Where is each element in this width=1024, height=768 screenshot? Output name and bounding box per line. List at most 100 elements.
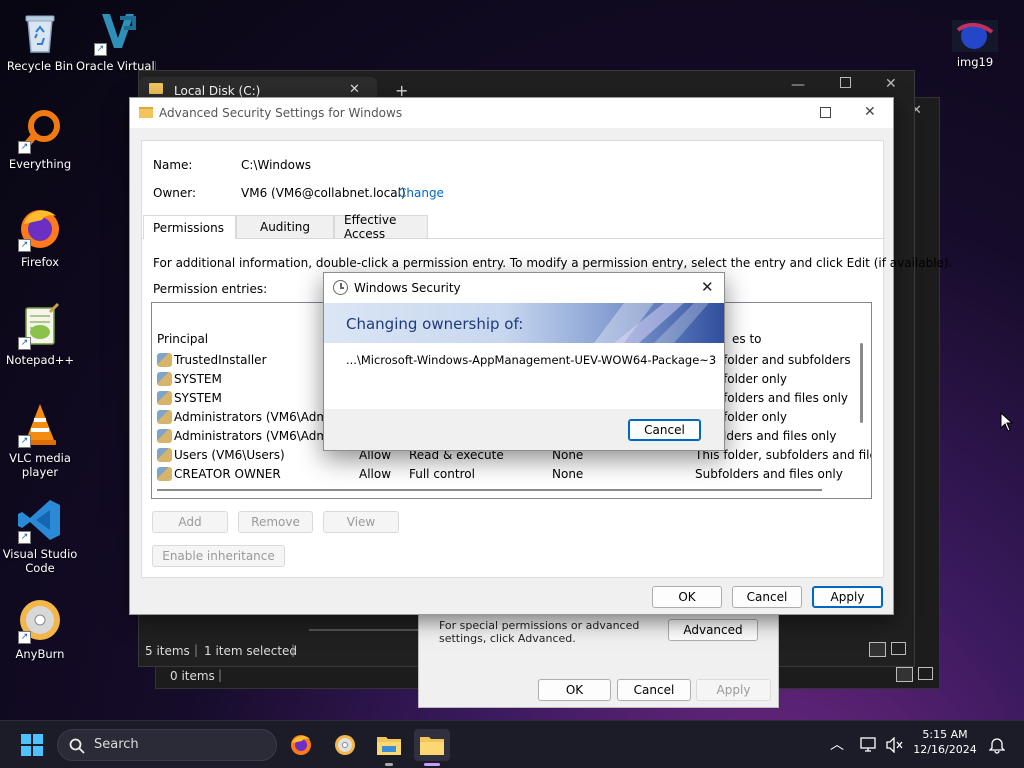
search-icon	[69, 738, 85, 754]
network-icon[interactable]	[860, 737, 878, 753]
principal-cell: SYSTEM	[174, 391, 222, 405]
anyburn-icon	[335, 735, 355, 755]
info-text: For additional information, double-click…	[153, 256, 953, 270]
dialog-title: Windows Security	[354, 281, 461, 295]
user-group-icon	[157, 429, 172, 443]
inherited-from-cell: None	[552, 467, 584, 481]
close-window-icon[interactable]: ✕	[885, 76, 897, 92]
show-hidden-icons-chevron-icon[interactable]: ︿	[830, 734, 844, 754]
banner-heading: Changing ownership of:	[346, 315, 524, 333]
taskbar-firefox[interactable]	[285, 729, 317, 761]
principal-cell: Administrators (VM6\Admin	[174, 410, 340, 424]
tiles-view-icon[interactable]	[918, 667, 933, 680]
permission-entries-label: Permission entries:	[153, 282, 268, 296]
principal-cell: SYSTEM	[174, 372, 222, 386]
status-selected-count: 1 item selected	[204, 644, 298, 658]
vertical-scrollbar[interactable]	[860, 343, 863, 423]
notepad-plus-plus-icon: ↗	[16, 302, 64, 350]
clock-icon	[333, 280, 348, 295]
user-group-icon	[157, 410, 172, 424]
tab-permissions[interactable]: Permissions	[143, 215, 236, 239]
taskbar-anyburn[interactable]	[329, 729, 361, 761]
add-button[interactable]: Add	[152, 511, 228, 533]
maximize-icon[interactable]	[820, 107, 831, 118]
close-icon[interactable]: ✕	[701, 278, 714, 296]
desktop-icon-firefox[interactable]: ↗ Firefox	[0, 204, 80, 269]
user-group-icon	[157, 372, 172, 386]
user-group-icon	[157, 448, 172, 462]
name-value: C:\Windows	[241, 158, 312, 172]
desktop-icon-recycle-bin[interactable]: Recycle Bin	[0, 8, 80, 73]
tiles-view-icon[interactable]	[891, 642, 906, 655]
desktop-icon-label: Recycle Bin	[6, 59, 74, 73]
folder-icon	[139, 107, 153, 118]
properties-ok-button[interactable]: OK	[538, 679, 611, 701]
search-input[interactable]: Search	[57, 729, 277, 761]
image-file-icon	[952, 20, 998, 52]
desktop-icon-img19[interactable]: img19	[935, 20, 1015, 69]
close-icon[interactable]: ✕	[864, 104, 876, 120]
vlc-icon: ↗	[16, 400, 64, 448]
explorer-tab-title: Local Disk (C:)	[174, 84, 261, 98]
mouse-cursor-icon	[1000, 412, 1014, 432]
close-tab-icon[interactable]: ✕	[349, 82, 360, 97]
tab-auditing[interactable]: Auditing	[236, 215, 334, 238]
column-applies-to[interactable]: es to	[732, 332, 762, 346]
tab-effective-access[interactable]: Effective Access	[334, 213, 428, 241]
user-group-icon	[157, 391, 172, 405]
tab-strip: Permissions Auditing Effective Access	[143, 213, 428, 241]
access-cell: Full control	[409, 467, 475, 481]
shortcut-arrow-icon: ↗	[18, 435, 31, 448]
column-principal[interactable]: Principal	[157, 332, 208, 346]
notification-bell-icon[interactable]	[989, 736, 1005, 754]
taskbar-file-explorer-1[interactable]	[373, 729, 405, 766]
details-view-icon[interactable]	[869, 642, 886, 657]
folder-icon	[149, 83, 163, 94]
advanced-button[interactable]: Advanced	[668, 619, 758, 641]
desktop-icon-virtualbox[interactable]: ↗ Oracle VirtualB	[76, 8, 156, 73]
owner-label: Owner:	[153, 186, 197, 200]
desktop-icon-anyburn[interactable]: ↗ AnyBurn	[0, 596, 80, 661]
running-indicator	[385, 763, 393, 766]
cancel-button[interactable]: Cancel	[628, 419, 701, 441]
horizontal-scrollbar[interactable]	[157, 489, 822, 491]
ownership-path: ...\Microsoft-Windows-AppManagement-UEV-…	[346, 353, 717, 367]
status-separator: |	[291, 643, 296, 657]
properties-apply-button[interactable]: Apply	[696, 679, 771, 701]
clock-date: 12/16/2024	[913, 743, 977, 756]
firefox-icon: ↗	[16, 204, 64, 252]
apply-button[interactable]: Apply	[812, 586, 883, 608]
desktop-icon-label: Notepad++	[5, 353, 75, 367]
window-title: Advanced Security Settings for Windows	[159, 106, 403, 120]
change-owner-link[interactable]: Change	[398, 186, 444, 200]
desktop-icon-label: Everything	[8, 157, 72, 171]
remove-button[interactable]: Remove	[238, 511, 313, 533]
shortcut-arrow-icon: ↗	[18, 239, 31, 252]
details-view-icon[interactable]	[896, 667, 913, 682]
dialog-body: ...\Microsoft-Windows-AppManagement-UEV-…	[324, 343, 724, 409]
desktop-icon-notepad-plus-plus[interactable]: ↗ Notepad++	[0, 302, 80, 367]
enable-inheritance-button[interactable]: Enable inheritance	[152, 545, 285, 567]
table-row[interactable]: CREATOR OWNER Allow Full control None Su…	[152, 465, 871, 484]
search-placeholder: Search	[94, 737, 139, 752]
properties-cancel-button[interactable]: Cancel	[617, 679, 691, 701]
ok-button[interactable]: OK	[652, 586, 722, 608]
view-button[interactable]: View	[323, 511, 399, 533]
clock-time: 5:15 AM	[922, 728, 968, 741]
desktop-icon-vlc[interactable]: ↗ VLC media player	[0, 400, 80, 479]
tab-divider	[142, 238, 883, 239]
desktop-icon-everything[interactable]: ↗ Everything	[0, 106, 80, 171]
desktop-icon-vscode[interactable]: ↗ Visual Studio Code	[0, 496, 80, 575]
maximize-icon[interactable]	[840, 77, 851, 88]
title-bar: Advanced Security Settings for Windows ✕	[130, 98, 893, 128]
type-cell: Allow	[359, 467, 392, 481]
taskbar-file-explorer-2[interactable]	[414, 729, 450, 766]
cancel-button[interactable]: Cancel	[732, 586, 802, 608]
clock[interactable]: 5:15 AM 12/16/2024	[912, 728, 978, 756]
start-button[interactable]	[16, 729, 48, 761]
minimize-icon[interactable]: —	[791, 77, 805, 93]
applies-cell: folder only	[723, 410, 788, 424]
principal-cell: TrustedInstaller	[174, 353, 267, 367]
everything-search-icon: ↗	[16, 106, 64, 154]
volume-muted-icon[interactable]	[886, 737, 904, 753]
